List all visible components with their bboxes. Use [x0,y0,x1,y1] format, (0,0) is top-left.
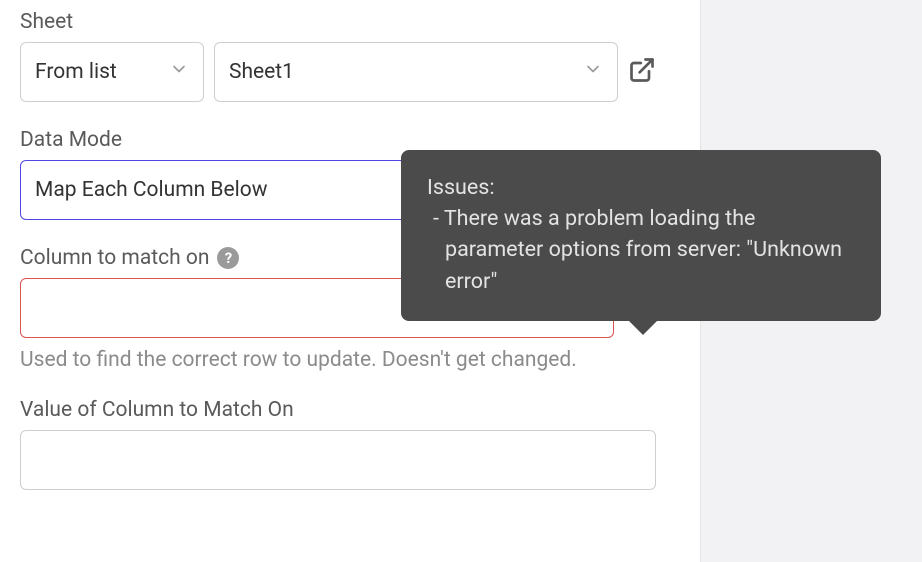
sheet-value-select[interactable]: Sheet1 [214,42,618,102]
value-match-label: Value of Column to Match On [20,398,680,422]
chevron-down-icon [169,59,189,85]
data-mode-value: Map Each Column Below [35,178,268,202]
sheet-mode-value: From list [35,60,117,84]
sheet-section: Sheet From list Sheet1 [20,10,680,102]
sheet-label: Sheet [20,10,680,34]
value-match-section: Value of Column to Match On [20,398,680,490]
help-icon[interactable]: ? [217,247,239,269]
tooltip-arrow-icon [629,321,657,335]
sheet-mode-select[interactable]: From list [20,42,204,102]
data-mode-label: Data Mode [20,128,680,152]
chevron-down-icon [583,59,603,85]
sheet-value: Sheet1 [229,60,294,84]
error-tooltip: Issues: - There was a problem loading th… [401,150,881,321]
tooltip-heading: Issues: [427,172,855,203]
value-match-input[interactable] [20,430,656,490]
column-match-helper: Used to find the correct row to update. … [20,348,650,372]
tooltip-body: - There was a problem loading the parame… [427,203,855,297]
external-link-icon[interactable] [628,56,656,88]
column-match-label: Column to match on [20,246,209,270]
